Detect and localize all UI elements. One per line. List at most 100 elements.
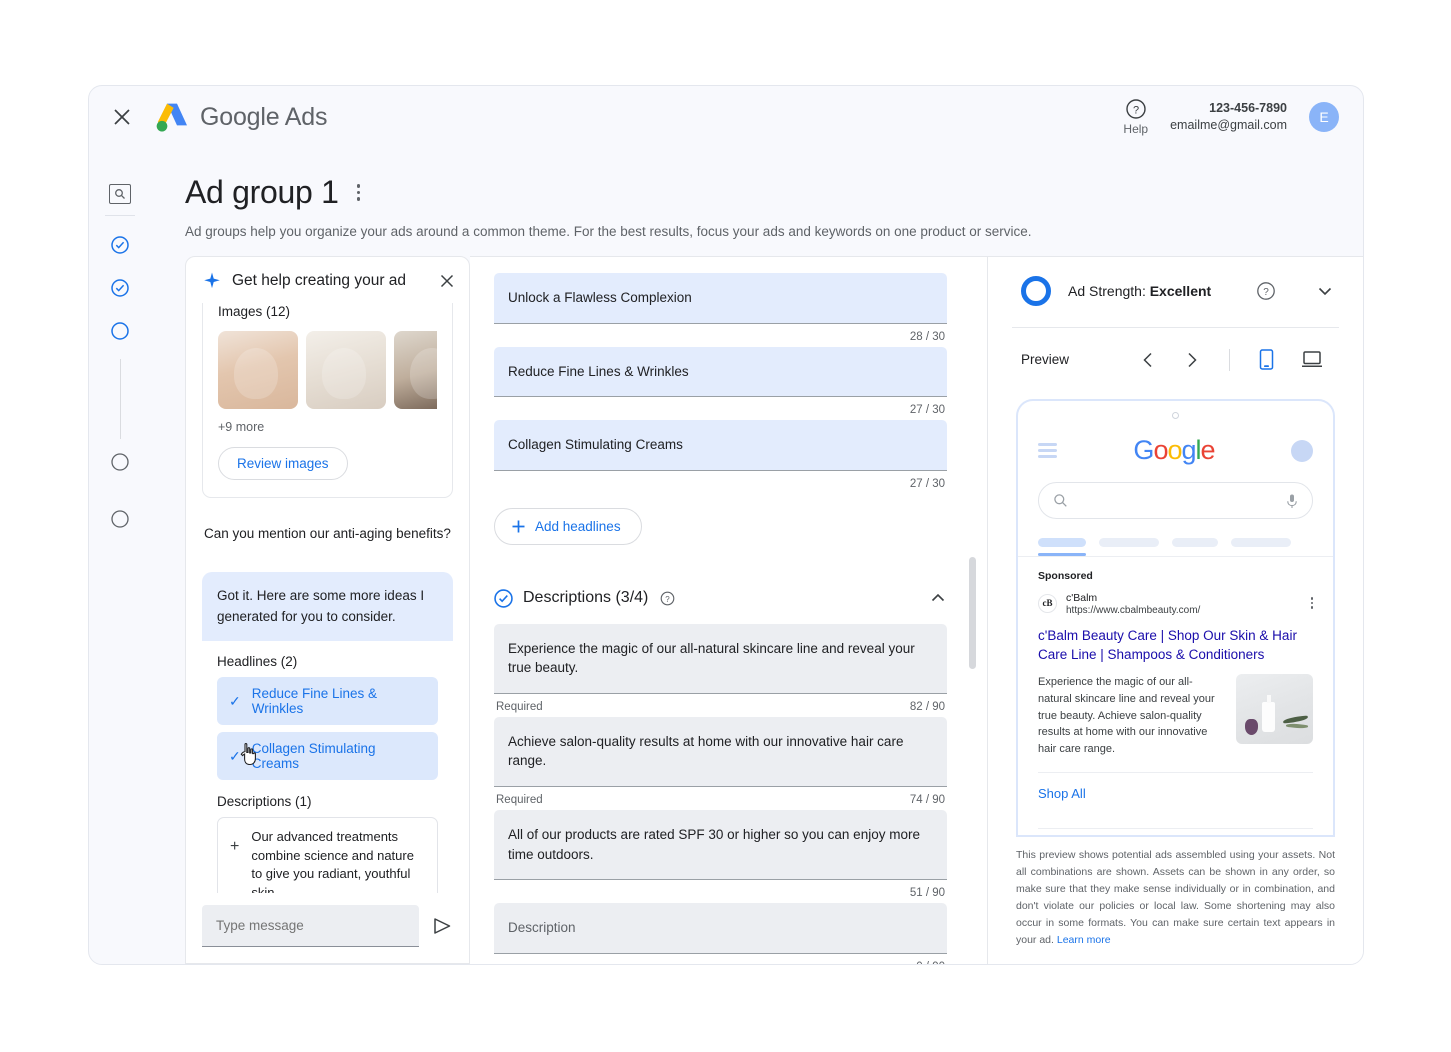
top-bar: Google Ads ? Help 123-456-7890 emailme@g… — [89, 86, 1363, 148]
headline-suggestion-label: Collagen Stimulating Creams — [252, 741, 426, 771]
plus-icon — [511, 519, 526, 534]
stepper-step-3-current[interactable] — [111, 322, 129, 345]
description-input[interactable]: Experience the magic of our all-natural … — [494, 624, 947, 694]
headline-suggestion-item[interactable]: ✓ Collagen Stimulating Creams — [217, 732, 438, 780]
ad-options-icon[interactable] — [1311, 597, 1314, 609]
chat-title: Get help creating your ad — [232, 272, 428, 290]
description-input[interactable]: Achieve salon-quality results at home wi… — [494, 717, 947, 787]
headline-input[interactable]: Collagen Stimulating Creams — [494, 420, 947, 471]
headline-suggestion-item[interactable]: ✓ Reduce Fine Lines & Wrinkles — [217, 677, 438, 725]
preview-search-box[interactable] — [1038, 482, 1313, 519]
preview-next-button[interactable] — [1173, 348, 1211, 372]
preview-ad-result: Sponsored cB c'Balm https://www.cbalmbea… — [1018, 557, 1333, 838]
description-input[interactable]: All of our products are rated SPF 30 or … — [494, 810, 947, 880]
stepper-step-5-pending[interactable] — [111, 510, 129, 533]
sparkle-icon — [203, 272, 221, 290]
top-bar-right: ? Help 123-456-7890 emailme@gmail.com E — [1123, 98, 1339, 136]
chat-bot-message: Got it. Here are some more ideas I gener… — [202, 572, 453, 641]
description-input-empty[interactable]: Description — [494, 903, 947, 954]
image-thumbnail[interactable] — [394, 331, 437, 409]
chat-message-list[interactable]: Images (12) +9 more Review images Can yo… — [186, 303, 469, 893]
filter-chip[interactable] — [1038, 538, 1086, 547]
editor-scrollbar[interactable] — [969, 557, 976, 669]
description-suggestion-label: Our advanced treatments combine science … — [251, 828, 425, 893]
images-more-count: +9 more — [218, 420, 437, 434]
ad-strength-label: Ad Strength: — [1068, 283, 1146, 299]
preview-disclaimer-text: This preview shows potential ads assembl… — [1016, 849, 1335, 946]
advertiser-row: cB c'Balm https://www.cbalmbeauty.com/ — [1038, 591, 1313, 616]
learn-more-link[interactable]: Learn more — [1057, 934, 1111, 946]
description-suggestion-item[interactable]: + Our advanced treatments combine scienc… — [217, 817, 438, 893]
chevron-down-icon[interactable] — [1315, 281, 1335, 301]
ad-headline-link[interactable]: c'Balm Beauty Care | Shop Our Skin & Hai… — [1038, 626, 1313, 665]
headline-input[interactable]: Reduce Fine Lines & Wrinkles — [494, 347, 947, 398]
chevron-up-icon[interactable] — [929, 589, 947, 607]
avatar[interactable]: E — [1309, 102, 1339, 132]
description-asset-row: Experience the magic of our all-natural … — [494, 624, 947, 713]
svg-text:?: ? — [666, 594, 671, 603]
review-images-button[interactable]: Review images — [218, 447, 348, 480]
image-thumbnail[interactable] — [218, 331, 298, 409]
mobile-icon — [1258, 349, 1275, 370]
image-thumbnail[interactable] — [306, 331, 386, 409]
page-overflow-menu-icon[interactable] — [351, 180, 367, 205]
stepper-connector — [120, 359, 121, 439]
filter-chip[interactable] — [1172, 538, 1218, 547]
filter-chip[interactable] — [1231, 538, 1291, 547]
ad-strength-help-icon[interactable]: ? — [1256, 281, 1276, 301]
stepper-step-4-pending[interactable] — [111, 453, 129, 476]
svg-text:?: ? — [1133, 105, 1139, 117]
description-meta: 0 / 90 — [494, 954, 947, 964]
filter-chip[interactable] — [1099, 538, 1159, 547]
close-icon[interactable] — [109, 104, 135, 130]
ad-image-leaf — [1283, 715, 1308, 723]
search-icon — [1053, 493, 1068, 508]
advertiser-name: c'Balm — [1066, 591, 1200, 605]
sitelink-contact-us[interactable]: Contact Us — [1038, 829, 1313, 837]
desktop-icon — [1301, 350, 1323, 369]
headline-input[interactable]: Unlock a Flawless Complexion — [494, 273, 947, 324]
advertiser-url: https://www.cbalmbeauty.com/ — [1066, 605, 1200, 616]
preview-prev-button[interactable] — [1129, 348, 1167, 372]
ad-image-bottle — [1262, 702, 1275, 732]
description-required-label: Required — [496, 794, 543, 806]
check-circle-icon — [494, 589, 513, 608]
chat-message-input[interactable] — [202, 905, 419, 947]
suggestions-headlines-title: Headlines (2) — [217, 654, 438, 669]
advertiser-details: c'Balm https://www.cbalmbeauty.com/ — [1066, 591, 1200, 616]
send-message-button[interactable] — [429, 913, 455, 939]
sitelink-shop-all[interactable]: Shop All — [1038, 773, 1313, 814]
toolbar-separator — [1229, 349, 1230, 371]
help-button[interactable]: ? Help — [1123, 98, 1148, 136]
description-char-count: 74 / 90 — [910, 794, 945, 806]
stepper-step-1-complete[interactable] — [111, 236, 129, 259]
chat-user-message: Can you mention our anti-aging benefits? — [204, 524, 451, 544]
ad-image-leaf — [1286, 723, 1308, 729]
mobile-preview-frame: Google — [1016, 399, 1335, 837]
help-icon[interactable]: ? — [660, 591, 675, 606]
description-asset-row: Achieve salon-quality results at home wi… — [494, 717, 947, 806]
headline-asset-row: Reduce Fine Lines & Wrinkles 27 / 30 — [494, 347, 947, 417]
page-subtitle: Ad groups help you organize your ads aro… — [185, 224, 1363, 239]
content-columns: Get help creating your ad Images (12) +9… — [185, 256, 1363, 964]
headline-meta: 27 / 30 — [494, 471, 947, 490]
ad-strength-row: Ad Strength: Excellent ? — [1012, 257, 1339, 327]
ads-logo-icon — [155, 102, 189, 132]
headline-meta: 27 / 30 — [494, 397, 947, 416]
mobile-preview-button[interactable] — [1248, 345, 1285, 374]
headline-char-count: 27 / 30 — [910, 404, 945, 416]
plus-icon: + — [230, 837, 239, 856]
google-ads-logo: Google Ads — [155, 102, 327, 132]
account-id: 123-456-7890 — [1170, 100, 1287, 117]
stepper-step-2-complete[interactable] — [111, 279, 129, 302]
desktop-preview-button[interactable] — [1291, 346, 1333, 373]
search-campaign-icon[interactable] — [109, 184, 131, 204]
chat-close-icon[interactable] — [439, 273, 455, 289]
description-meta: 51 / 90 — [494, 880, 947, 899]
description-char-count: 0 / 90 — [916, 961, 945, 964]
help-label: Help — [1123, 122, 1148, 136]
add-headlines-button[interactable]: Add headlines — [494, 508, 642, 545]
hamburger-menu-icon[interactable] — [1038, 443, 1057, 457]
description-char-count: 82 / 90 — [910, 701, 945, 713]
ad-creation-window: Google Ads ? Help 123-456-7890 emailme@g… — [88, 85, 1364, 965]
